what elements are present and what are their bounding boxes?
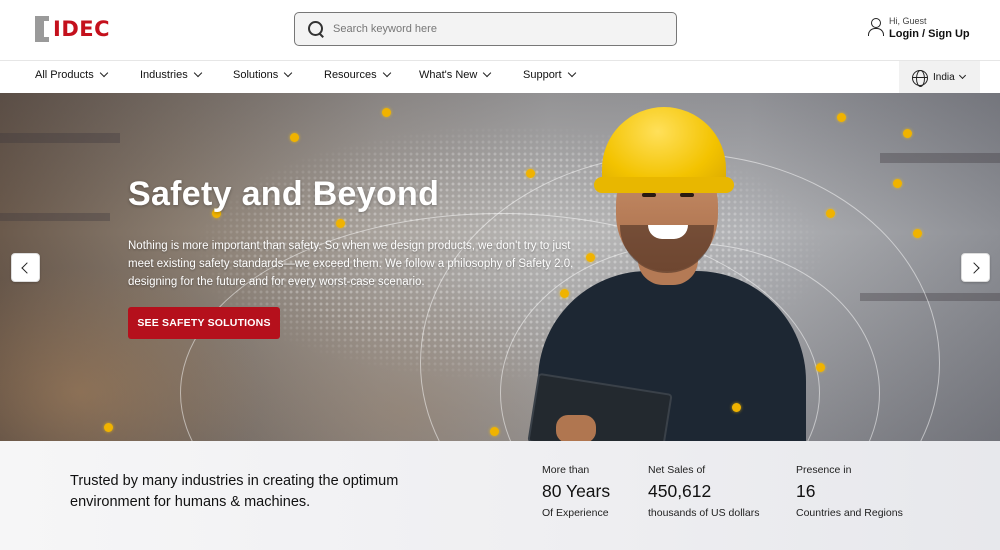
hard-hat-brim [594,177,734,193]
chevron-right-icon [968,261,980,274]
nav-label: What's New [419,69,478,81]
stat-value: 450,612 [648,481,712,501]
stat-net-sales: Net Sales of 450,612 thousands of US dol… [648,464,759,519]
nav-item-industries[interactable]: Industries [140,68,202,81]
map-node [816,363,825,372]
map-node [903,129,912,138]
chevron-down-icon [382,68,391,78]
map-node [826,209,835,218]
hero-description: Nothing is more important than safety. S… [128,240,574,288]
map-node [382,108,391,117]
main-nav: All Products Industries Solutions Resour… [0,60,1000,94]
user-icon[interactable] [868,18,884,36]
stat-prefix: More than [542,464,590,476]
stat-prefix: Presence in [796,464,852,476]
nav-label: Support [523,69,562,81]
chevron-down-icon [958,71,966,80]
chevron-down-icon [99,68,108,78]
stat-suffix: Countries and Regions [796,507,903,519]
search-icon[interactable] [307,20,325,38]
search-box[interactable] [294,12,677,46]
map-node [893,179,902,188]
idec-logo[interactable]: IDEC [35,16,110,42]
nav-item-whats-new[interactable]: What's New [419,68,492,81]
chevron-left-icon [21,261,33,274]
nav-item-solutions[interactable]: Solutions [233,68,293,81]
worker-eye [680,193,694,197]
stat-value: 80 Years [542,481,611,501]
greeting-text: Hi, Guest [889,16,927,26]
hero-title: Safety and Beyond [128,175,440,213]
map-node [104,423,113,432]
hero-banner: Safety and Beyond Nothing is more import… [0,93,1000,441]
logo-text: IDEC [53,17,111,41]
stat-suffix: thousands of US dollars [648,507,760,519]
login-signup-link[interactable]: Login / Sign Up [889,27,970,41]
region-selector[interactable]: India [899,61,980,94]
chevron-down-icon [193,68,202,78]
nav-label: Solutions [233,69,279,81]
carousel-prev-button[interactable] [11,253,40,282]
site-header: IDEC Hi, Guest Login / Sign Up [0,0,1000,60]
map-node [732,403,741,412]
nav-label: Resources [324,69,377,81]
see-safety-solutions-button[interactable]: SEE SAFETY SOLUTIONS [128,307,280,339]
logo-mark-icon [35,16,49,42]
tagline: Trusted by many industries in creating t… [70,473,399,510]
nav-label: Industries [140,69,188,81]
worker-hand [556,415,596,441]
map-node [913,229,922,238]
stat-suffix: Of Experience [542,507,609,519]
stat-value: 16 [796,481,816,501]
stat-experience: More than 80 Years Of Experience [542,464,610,519]
account-text: Hi, Guest Login / Sign Up [889,16,970,41]
nav-item-support[interactable]: Support [523,68,576,81]
worker-eye [642,193,656,197]
chevron-down-icon [483,68,492,78]
stat-presence: Presence in 16 Countries and Regions [796,464,903,519]
carousel-next-button[interactable] [961,253,990,282]
map-node [290,133,299,142]
map-node [586,253,595,262]
map-node [526,169,535,178]
nav-item-all-products[interactable]: All Products [35,68,108,81]
search-input[interactable] [333,23,653,35]
globe-icon [912,69,928,87]
chevron-down-icon [284,68,293,78]
chevron-down-icon [567,68,576,78]
map-node [490,427,499,436]
account-link[interactable]: Hi, Guest Login / Sign Up [868,16,970,41]
map-node [336,219,345,228]
map-node [837,113,846,122]
nav-item-resources[interactable]: Resources [324,68,391,81]
region-label: India [933,72,955,83]
stat-prefix: Net Sales of [648,464,706,476]
stats-band: Trusted by many industries in creating t… [0,441,1000,550]
nav-label: All Products [35,69,94,81]
